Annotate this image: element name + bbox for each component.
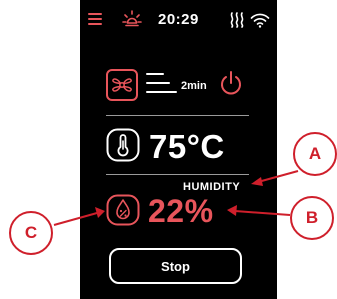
arrowhead-a (251, 177, 263, 186)
callout-a: A (293, 132, 337, 176)
annotation-arrows (53, 170, 299, 226)
arrow-c (53, 212, 98, 226)
arrow-a (257, 170, 299, 183)
arrowhead-b (227, 205, 237, 216)
arrowhead-c (95, 207, 105, 218)
callout-c: C (9, 211, 53, 255)
arrow-b (234, 210, 291, 216)
figure: 20:29 2min 75°C HUMIDITY 22% Stop A B C (0, 0, 337, 299)
callout-b: B (290, 196, 334, 240)
